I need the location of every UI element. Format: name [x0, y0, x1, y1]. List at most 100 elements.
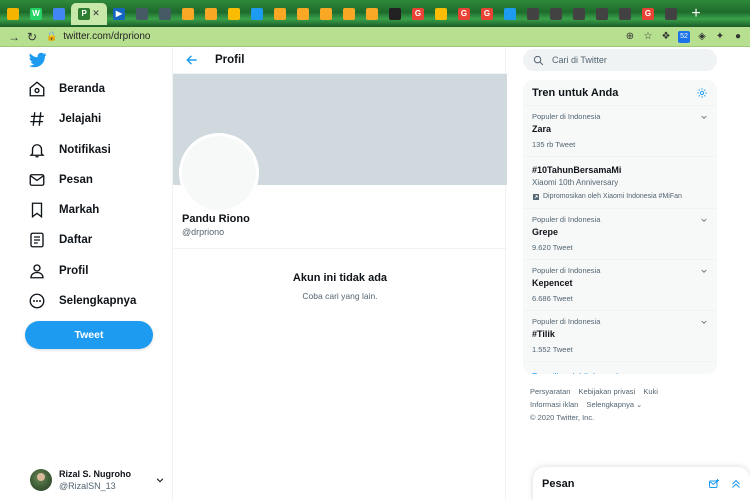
browser-tab[interactable]	[591, 3, 613, 25]
chevron-down-icon[interactable]	[700, 318, 708, 326]
browser-tab[interactable]	[568, 3, 590, 25]
footer-link-privacy[interactable]: Kebijakan privasi	[579, 387, 636, 396]
browser-tab[interactable]	[545, 3, 567, 25]
profile-avatar-icon[interactable]: ●	[732, 31, 744, 43]
footer-link-more[interactable]: Selengkapnya ⌄	[586, 400, 648, 409]
back-nav-icon[interactable]: →	[6, 30, 22, 44]
browser-tab[interactable]: G	[637, 3, 659, 25]
sidebar-item-bookmarks[interactable]: Markah	[28, 199, 99, 221]
sidebar-item-more[interactable]: Selengkapnya	[28, 290, 136, 312]
gear-icon[interactable]	[696, 87, 708, 99]
sidebar-item-messages[interactable]: Pesan	[28, 169, 93, 191]
sidebar-item-label: Pesan	[59, 174, 93, 186]
search-input[interactable]	[552, 55, 702, 65]
browser-tab[interactable]	[200, 3, 222, 25]
doc-favicon	[527, 7, 539, 20]
envelope-icon	[29, 174, 45, 186]
trend-context: Populer di Indonesia	[532, 112, 601, 121]
browser-tab[interactable]	[522, 3, 544, 25]
back-arrow-icon[interactable]	[185, 53, 199, 67]
star-icon[interactable]: ☆	[642, 31, 654, 43]
sidebar-item-notifications[interactable]: Notifikasi	[28, 139, 111, 161]
show-more-link[interactable]: Tampilkan lebih banyak	[523, 361, 717, 374]
browser-tab[interactable]	[430, 3, 452, 25]
trend-context: Populer di Indonesia	[532, 317, 601, 326]
sidebar-item-label: Profil	[59, 265, 89, 277]
chevron-down-icon[interactable]	[700, 113, 708, 121]
doc-favicon	[665, 7, 677, 20]
search-box[interactable]	[523, 49, 717, 71]
account-switcher[interactable]: Rizal S. Nugroho @RizalSN_13	[30, 465, 165, 495]
copyright: © 2020 Twitter, Inc.	[530, 413, 595, 422]
browser-tab[interactable]	[154, 3, 176, 25]
browser-tab[interactable]: W	[25, 3, 47, 25]
browser-tab[interactable]: ▶	[108, 3, 130, 25]
browser-tab[interactable]	[269, 3, 291, 25]
browser-tab[interactable]	[338, 3, 360, 25]
browser-tab[interactable]	[292, 3, 314, 25]
browser-tab[interactable]	[131, 3, 153, 25]
browser-tab[interactable]	[48, 3, 70, 25]
extension-icon[interactable]: ❖	[660, 31, 672, 43]
browser-tab[interactable]	[614, 3, 636, 25]
new-message-icon[interactable]	[708, 478, 720, 490]
browser-tab[interactable]	[246, 3, 268, 25]
new-tab-icon[interactable]: +	[687, 5, 705, 23]
account-handle: @RizalSN_13	[59, 481, 116, 491]
browser-tab[interactable]	[499, 3, 521, 25]
reload-icon[interactable]: ↻	[24, 30, 40, 44]
footer-link-cookies[interactable]: Kuki	[643, 387, 658, 396]
sidebar-item-home[interactable]: Beranda	[28, 78, 105, 100]
extension-badge[interactable]: 52	[678, 30, 690, 43]
trend-count: 1.552 Tweet	[532, 345, 573, 354]
shield-icon[interactable]: ◈	[696, 31, 708, 43]
sidebar-item-label: Beranda	[59, 83, 106, 95]
browser-tab-active[interactable]: P ✕	[71, 2, 107, 25]
trend-item[interactable]: Populer di Indonesia Zara 135 rb Tweet	[523, 105, 717, 156]
ads-favicon	[228, 7, 240, 20]
browser-tab[interactable]	[660, 3, 682, 25]
browser-tab[interactable]	[177, 3, 199, 25]
trend-item-promoted[interactable]: #10TahunBersamaMi Xiaomi 10th Anniversar…	[523, 156, 717, 208]
browser-tab[interactable]	[384, 3, 406, 25]
trends-header: Tren untuk Anda	[523, 80, 717, 105]
google-favicon: G	[481, 7, 493, 20]
browser-tab[interactable]: G	[453, 3, 475, 25]
puzzle-icon[interactable]: ✦	[714, 31, 726, 43]
zoom-icon[interactable]: ⊕	[624, 31, 636, 43]
chevron-down-icon[interactable]	[700, 216, 708, 224]
trend-item[interactable]: Populer di Indonesia #Tilik 1.552 Tweet	[523, 310, 717, 361]
twitter-logo-icon[interactable]	[28, 51, 48, 69]
chevron-down-icon[interactable]	[700, 267, 708, 275]
omnibox[interactable]: 🔒 twitter.com/drpriono	[46, 29, 624, 45]
search-icon	[533, 55, 544, 65]
sheet-favicon	[274, 7, 286, 20]
trend-item[interactable]: Populer di Indonesia Grepe 9.620 Tweet	[523, 208, 717, 259]
trend-name: Zara	[532, 124, 552, 134]
sidebar-item-explore[interactable]: Jelajahi	[28, 108, 101, 130]
tweet-button[interactable]: Tweet	[25, 321, 153, 349]
profile-display-name: Pandu Riono	[182, 213, 250, 225]
sidebar-item-lists[interactable]: Daftar	[28, 229, 92, 251]
browser-address-bar: → ↻ 🔒 twitter.com/drpriono ⊕ ☆ ❖ 52 ◈ ✦ …	[0, 27, 750, 47]
trend-item[interactable]: Populer di Indonesia Kepencet 6.686 Twee…	[523, 259, 717, 310]
footer-link-terms[interactable]: Persyaratan	[530, 387, 570, 396]
more-circle-icon	[29, 293, 45, 309]
browser-tab[interactable]	[315, 3, 337, 25]
account-name: Rizal S. Nugroho	[59, 469, 131, 479]
avatar	[30, 469, 52, 491]
close-tab-icon[interactable]: ✕	[92, 8, 100, 19]
browser-tab[interactable]: G	[476, 3, 498, 25]
sidebar-item-profile[interactable]: Profil	[28, 260, 88, 282]
messages-dock[interactable]: Pesan	[533, 467, 750, 500]
trend-description: Xiaomi 10th Anniversary	[532, 178, 619, 187]
browser-tab[interactable]: G	[407, 3, 429, 25]
profile-handle: @drpriono	[182, 227, 225, 237]
footer-link-ads-info[interactable]: Informasi iklan	[530, 400, 578, 409]
browser-tab[interactable]	[361, 3, 383, 25]
person-icon	[30, 264, 44, 279]
browser-tab[interactable]	[2, 3, 24, 25]
browser-tab[interactable]	[223, 3, 245, 25]
trends-title: Tren untuk Anda	[532, 86, 619, 99]
chevron-double-up-icon[interactable]	[730, 478, 742, 490]
